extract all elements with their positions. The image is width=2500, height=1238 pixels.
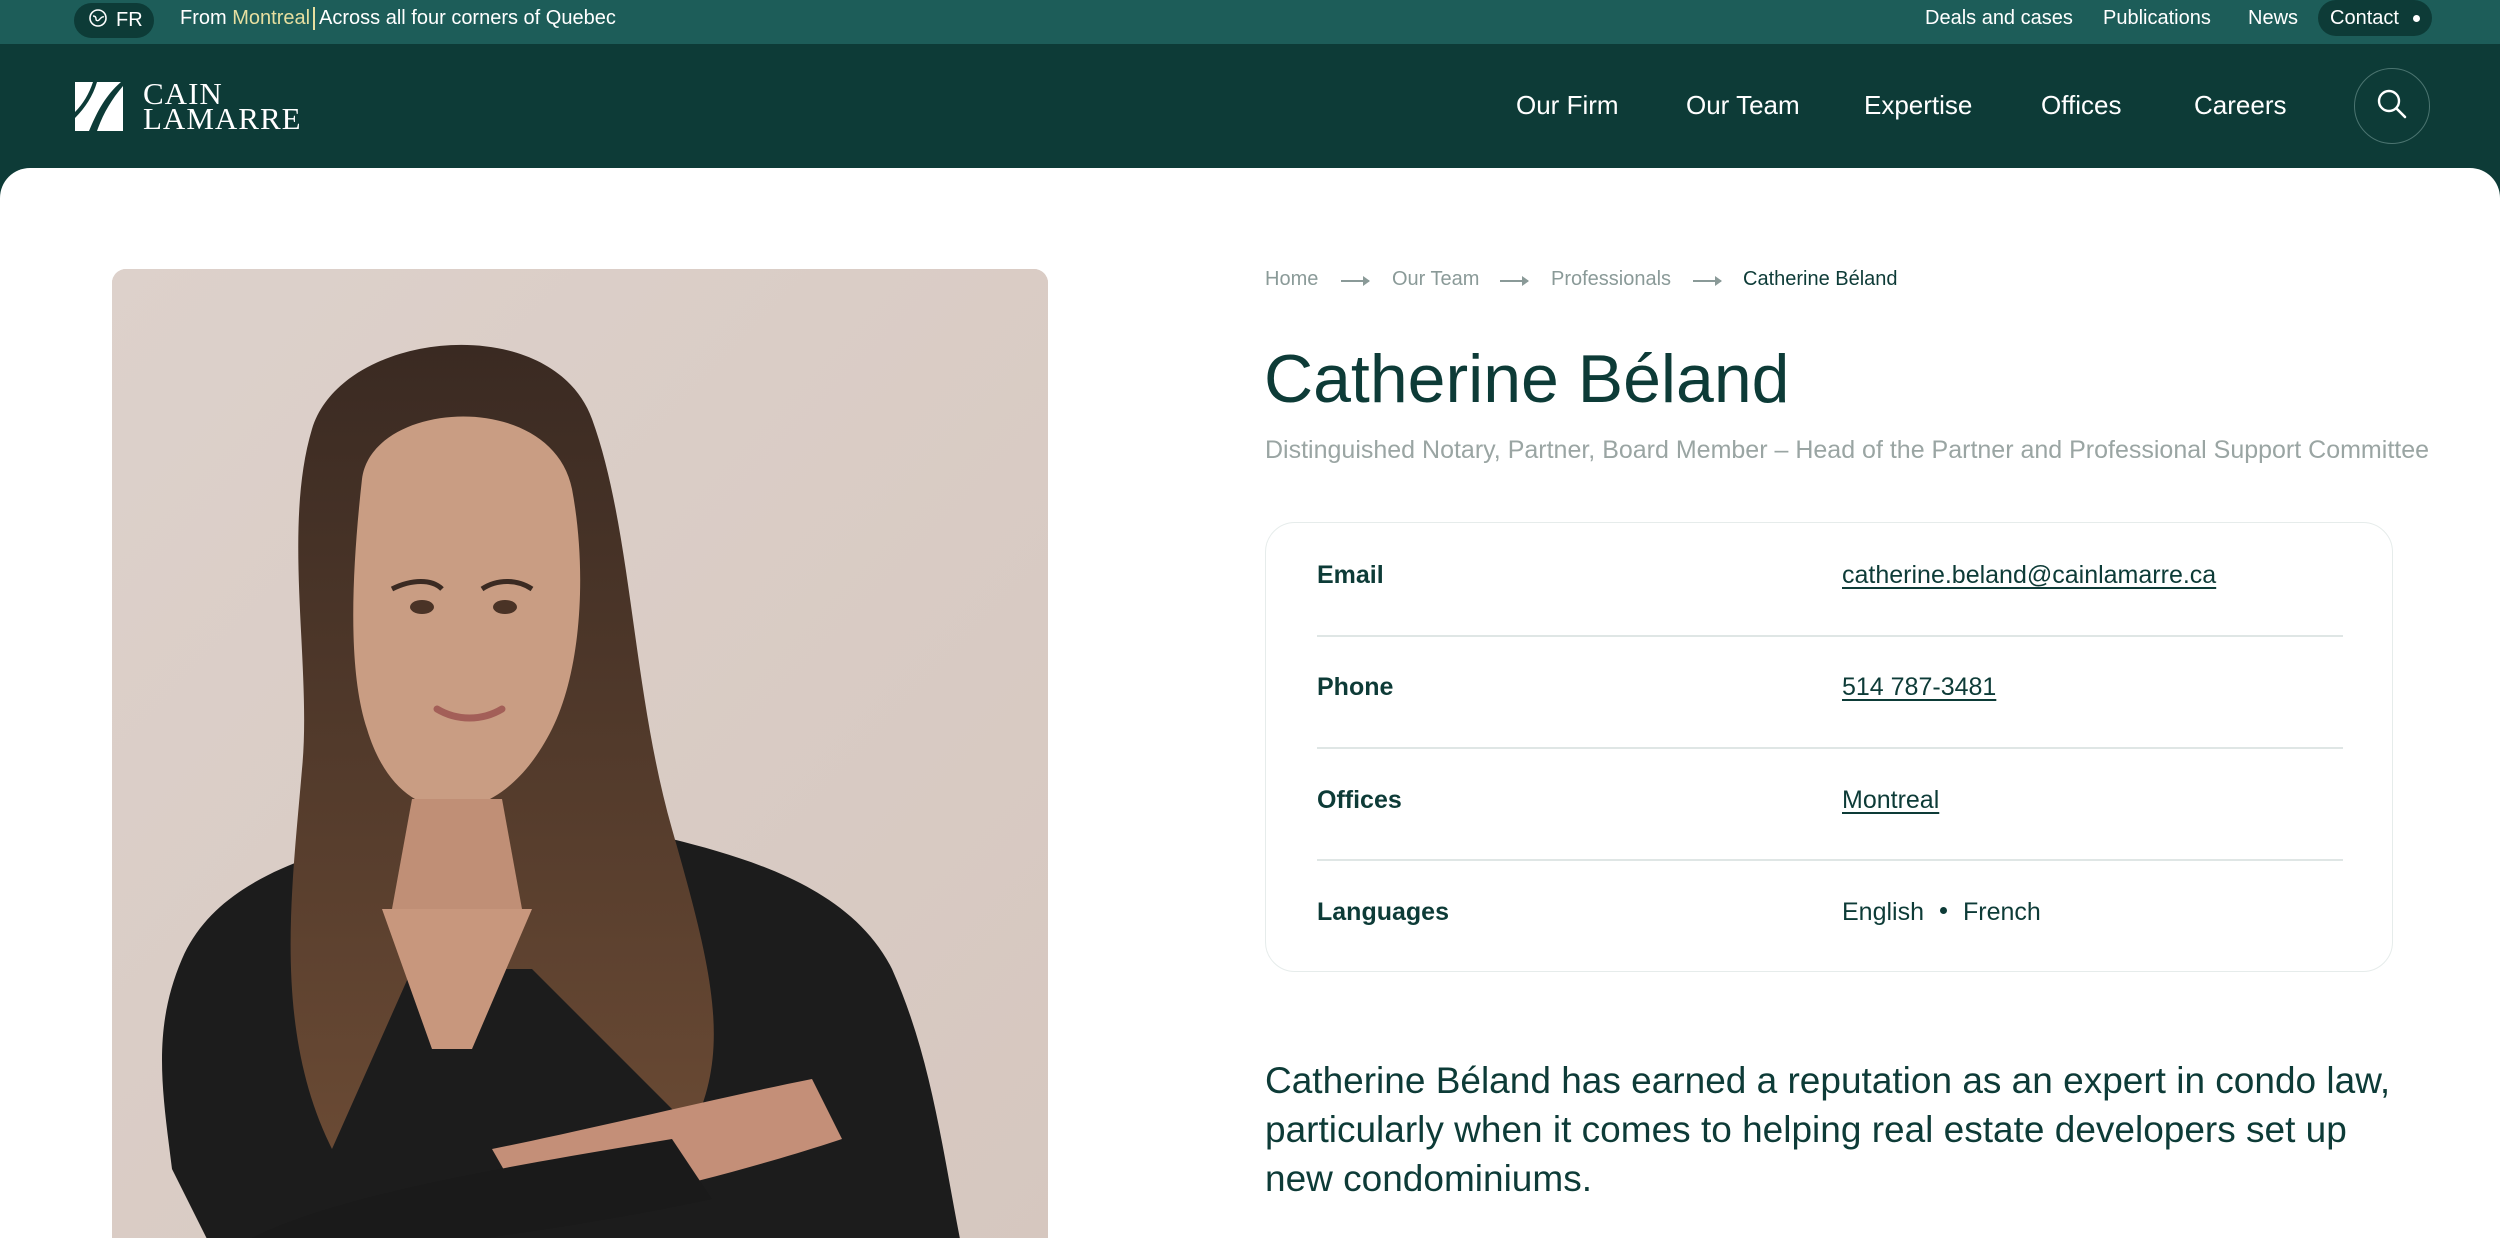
tagline-city: Montreal — [232, 6, 316, 30]
publications-link[interactable]: Publications — [2103, 7, 2211, 30]
profile-photo — [112, 269, 1048, 1238]
contact-info-card: Email catherine.beland@cainlamarre.ca Ph… — [1265, 522, 2393, 972]
office-link[interactable]: Montreal — [1842, 786, 1939, 814]
tagline-suffix: Across all four corners of Quebec — [319, 6, 616, 29]
contact-button[interactable]: Contact — [2318, 0, 2432, 36]
language-item: French — [1963, 898, 2041, 926]
logo-text: CAIN LAMARRE — [143, 78, 302, 136]
language-item: English — [1842, 898, 1924, 926]
utility-bar: FR From Montreal Across all four corners … — [0, 0, 2500, 44]
email-label: Email — [1317, 561, 1384, 589]
breadcrumb-professionals[interactable]: Professionals — [1551, 268, 1671, 291]
breadcrumb-home[interactable]: Home — [1265, 268, 1318, 291]
phone-row: Phone 514 787-3481 — [1317, 635, 2343, 747]
contact-label: Contact — [2330, 6, 2399, 29]
nav-expertise[interactable]: Expertise — [1864, 90, 1972, 121]
offices-label: Offices — [1317, 786, 1402, 814]
news-link[interactable]: News — [2248, 7, 2298, 30]
breadcrumb-our-team[interactable]: Our Team — [1392, 268, 1479, 291]
profile-bio: Catherine Béland has earned a reputation… — [1265, 1060, 2391, 1199]
logo-line-2: LAMARRE — [143, 101, 302, 136]
email-link[interactable]: catherine.beland@cainlamarre.ca — [1842, 561, 2216, 589]
arrow-right-icon — [1693, 276, 1722, 286]
content-area: Home Our Team Professionals Catherine Bé… — [0, 168, 2500, 1238]
profile-name: Catherine Béland — [1264, 341, 1790, 417]
logo-mark-icon — [75, 81, 123, 131]
tagline-prefix: From — [180, 6, 227, 29]
phone-link[interactable]: 514 787-3481 — [1842, 673, 1996, 701]
deals-and-cases-link[interactable]: Deals and cases — [1925, 7, 2073, 30]
main-header: CAIN LAMARRE Our Firm Our Team Expertise… — [0, 44, 2500, 168]
nav-offices[interactable]: Offices — [2041, 90, 2121, 121]
nav-our-firm[interactable]: Our Firm — [1516, 90, 1619, 121]
arrow-right-icon — [1500, 276, 1529, 286]
language-switcher[interactable]: FR — [74, 3, 154, 38]
phone-label: Phone — [1317, 673, 1394, 701]
language-label: FR — [116, 9, 143, 31]
logo[interactable]: CAIN LAMARRE — [75, 78, 302, 136]
arrow-right-icon — [1341, 276, 1370, 286]
nav-our-team[interactable]: Our Team — [1686, 90, 1800, 121]
breadcrumb-current: Catherine Béland — [1743, 268, 1898, 290]
tagline: From Montreal Across all four corners of … — [180, 0, 616, 36]
dot-icon — [2412, 14, 2420, 22]
email-row: Email catherine.beland@cainlamarre.ca — [1317, 523, 2343, 635]
languages-value: English French — [1842, 898, 2041, 927]
profile-title: Distinguished Notary, Partner, Board Mem… — [1265, 436, 2430, 464]
search-icon — [2375, 87, 2409, 126]
search-button[interactable] — [2354, 68, 2430, 144]
offices-row: Offices Montreal — [1317, 748, 2343, 860]
nav-careers[interactable]: Careers — [2194, 90, 2286, 121]
languages-row: Languages English French — [1317, 860, 2343, 972]
languages-label: Languages — [1317, 898, 1449, 926]
bullet-icon — [1940, 907, 1947, 915]
globe-icon — [88, 8, 108, 34]
